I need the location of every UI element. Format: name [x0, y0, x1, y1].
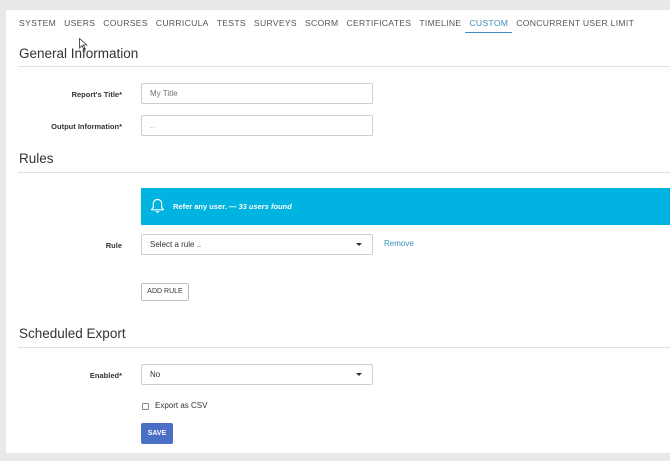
tab-system[interactable]: SYSTEM — [15, 18, 60, 32]
enabled-select-value: No — [150, 370, 161, 379]
divider — [18, 172, 670, 173]
alert-dash: — — [226, 202, 239, 211]
tab-scorm[interactable]: SCORM — [301, 18, 343, 32]
tab-timeline[interactable]: TIMELINE — [415, 18, 465, 32]
scheduled-export-title: Scheduled Export — [19, 326, 126, 341]
enabled-label: Enabled* — [89, 371, 122, 380]
tab-courses[interactable]: COURSES — [99, 18, 152, 32]
output-information-input[interactable]: .. — [141, 115, 373, 136]
export-csv-label: Export as CSV — [155, 401, 208, 410]
tab-curricula[interactable]: CURRICULA — [152, 18, 213, 32]
tab-concurrent-user-limit[interactable]: CONCURRENT USER LIMIT — [512, 18, 638, 32]
divider — [18, 347, 670, 348]
report-panel: SYSTEM USERS COURSES CURRICULA TESTS SUR… — [6, 10, 670, 453]
remove-rule-link[interactable]: Remove — [384, 239, 414, 248]
tab-surveys[interactable]: SURVEYS — [250, 18, 301, 32]
tab-custom[interactable]: CUSTOM — [465, 18, 513, 33]
alert-prefix: Refer any user. — [173, 202, 227, 211]
report-title-label: Report's Title* — [71, 90, 122, 99]
report-title-input[interactable] — [141, 83, 373, 104]
alert-message: Refer any user. — 33 users found — [173, 202, 292, 211]
tab-bar: SYSTEM USERS COURSES CURRICULA TESTS SUR… — [15, 18, 638, 40]
tab-certificates[interactable]: CERTIFICATES — [342, 18, 415, 32]
rule-select-value: Select a rule .. — [150, 240, 202, 249]
rule-label: Rule — [105, 241, 122, 250]
divider — [18, 66, 670, 67]
add-rule-button[interactable]: ADD RULE — [141, 283, 189, 301]
chevron-down-icon — [356, 243, 362, 246]
output-information-label: Output Information* — [51, 122, 122, 131]
rules-title: Rules — [19, 151, 54, 166]
save-button[interactable]: SAVE — [141, 423, 173, 444]
tab-tests[interactable]: TESTS — [213, 18, 250, 32]
bell-icon — [150, 198, 165, 213]
general-information-title: General Information — [19, 46, 139, 61]
enabled-select[interactable]: No — [141, 364, 373, 385]
alert-count: 33 users found — [238, 202, 292, 211]
chevron-down-icon — [356, 373, 362, 376]
users-found-alert: Refer any user. — 33 users found — [141, 188, 670, 225]
tab-users[interactable]: USERS — [60, 18, 99, 32]
rule-select[interactable]: Select a rule .. — [141, 234, 373, 255]
export-csv-checkbox[interactable] — [142, 403, 149, 410]
